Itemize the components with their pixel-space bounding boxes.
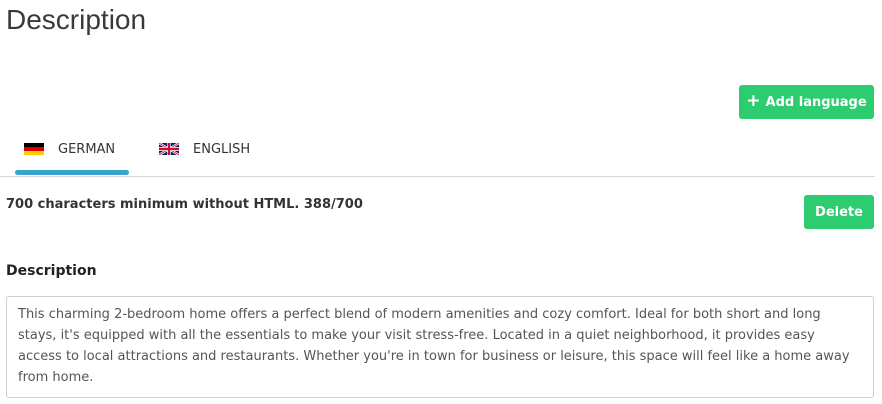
plus-icon: +: [746, 90, 761, 111]
tab-german[interactable]: GERMAN: [24, 128, 115, 176]
uk-flag-icon: [159, 143, 179, 155]
language-tabs: GERMAN ENGLISH: [0, 128, 875, 177]
tab-german-label: GERMAN: [58, 141, 116, 157]
description-field-label: Description: [6, 263, 97, 279]
character-count-hint: 700 characters minimum without HTML. 388…: [6, 197, 363, 212]
add-language-button[interactable]: + Add language: [739, 85, 874, 119]
tab-english-label: ENGLISH: [193, 141, 251, 157]
add-language-label: Add language: [765, 94, 867, 110]
delete-button[interactable]: Delete: [804, 195, 874, 229]
description-textarea[interactable]: This charming 2-bedroom home offers a pe…: [6, 296, 874, 398]
tab-english[interactable]: ENGLISH: [159, 128, 250, 176]
description-page: Description + Add language GERMAN ENGLIS…: [0, 0, 882, 404]
page-title: Description: [6, 4, 147, 35]
active-tab-indicator: [15, 170, 129, 175]
germany-flag-icon: [24, 143, 44, 155]
